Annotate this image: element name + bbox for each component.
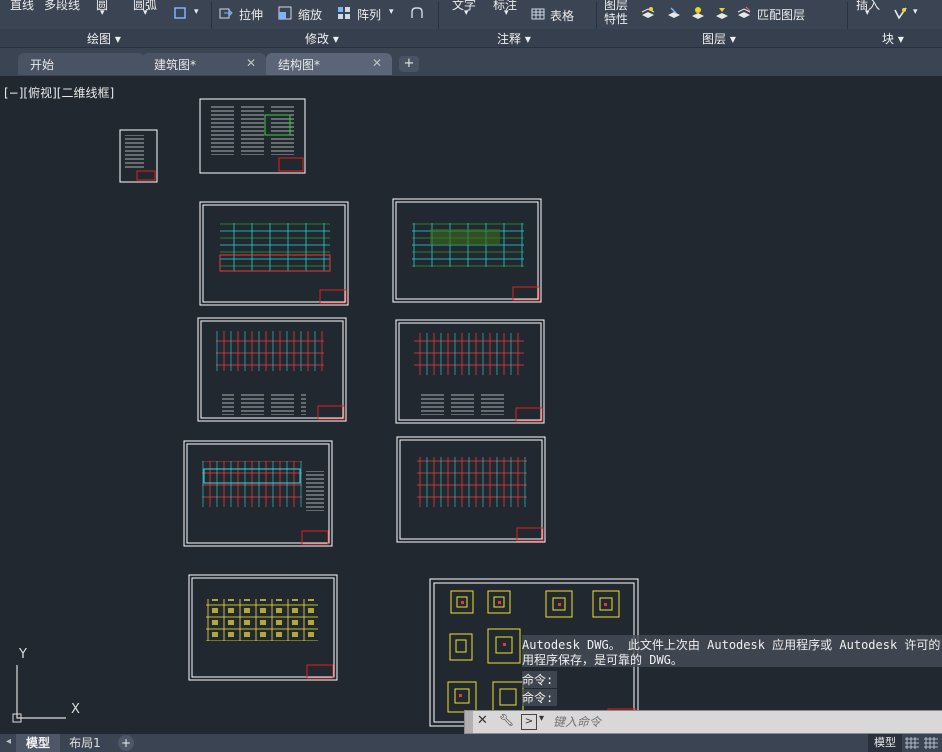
ribbon: 直线 多段线 圆 圆弧 ▾ ▾ ▾ 拉伸 缩放 阵列 ▾ 文字 标注 ▾ ▾ 表… bbox=[0, 0, 942, 48]
tab-label: 结构图* bbox=[278, 58, 321, 72]
new-tab-button[interactable]: + bbox=[399, 56, 419, 72]
drawing-sheet-plan[interactable] bbox=[396, 436, 546, 543]
tab-label: 建筑图* bbox=[154, 58, 197, 72]
wrench-icon[interactable]: 🔧︎ bbox=[499, 713, 514, 727]
dimension-dropdown-icon[interactable]: ▾ bbox=[504, 8, 509, 18]
recent-commands-icon[interactable]: ▾ bbox=[539, 713, 544, 724]
drawing-sheet-foundation[interactable] bbox=[188, 574, 338, 681]
tab-structure[interactable]: 结构图* ✕ bbox=[266, 53, 392, 75]
drawing-sheet-plan[interactable] bbox=[183, 440, 333, 547]
close-icon[interactable]: ✕ bbox=[246, 56, 256, 70]
drawing-sheet-plan[interactable] bbox=[199, 201, 349, 306]
status-bar: ◂ 模型 布局1 + 模型 bbox=[0, 734, 942, 752]
scale-icon bbox=[278, 6, 292, 20]
line-tool[interactable]: 直线 bbox=[10, 0, 34, 13]
tab-scroll-icon[interactable]: ◂ bbox=[6, 736, 14, 750]
text-dropdown-icon[interactable]: ▾ bbox=[464, 8, 469, 18]
command-history-line: 用程序保存，是可靠的 DWG。 bbox=[522, 653, 683, 667]
array-button[interactable]: 阵列 bbox=[357, 6, 381, 23]
insert-dropdown-icon[interactable]: ▾ bbox=[865, 8, 870, 18]
panel-title-modify[interactable]: 修改 ▾ bbox=[305, 30, 339, 47]
close-icon[interactable]: ✕ bbox=[372, 56, 382, 70]
stretch-button[interactable]: 拉伸 bbox=[239, 6, 263, 23]
stretch-icon bbox=[219, 8, 233, 19]
tab-label: 开始 bbox=[30, 58, 55, 72]
array-dropdown-icon[interactable]: ▾ bbox=[389, 7, 394, 17]
layer-off-icon[interactable] bbox=[715, 6, 729, 20]
drawing-sheet-plan[interactable] bbox=[392, 198, 542, 303]
panel-title-annotate[interactable]: 注释 ▾ bbox=[497, 30, 531, 47]
close-icon[interactable]: ✕ bbox=[477, 713, 488, 728]
command-line: ✕ 🔧︎ > ▾ bbox=[464, 710, 942, 734]
rectangle-dropdown-icon[interactable]: ▾ bbox=[194, 7, 199, 17]
panel-title-bar bbox=[0, 29, 942, 47]
table-icon bbox=[531, 8, 545, 20]
offset-icon[interactable] bbox=[410, 6, 424, 20]
ucs-icon bbox=[12, 665, 66, 723]
command-line-grip[interactable] bbox=[465, 711, 473, 733]
scale-button[interactable]: 缩放 bbox=[298, 6, 322, 23]
ucs-y-label: Y bbox=[19, 647, 27, 662]
layer-freeze-icon[interactable] bbox=[691, 6, 705, 20]
panel-title-layers[interactable]: 图层 ▾ bbox=[702, 30, 736, 47]
block-dropdown-icon[interactable]: ▾ bbox=[913, 7, 918, 17]
drawing-sheet-schedule[interactable] bbox=[119, 129, 158, 183]
panel-title-draw[interactable]: 绘图 ▾ bbox=[87, 30, 121, 47]
add-layout-button[interactable]: + bbox=[118, 735, 134, 751]
command-input[interactable] bbox=[551, 712, 935, 732]
command-prompt-icon[interactable]: > bbox=[521, 714, 537, 730]
drawing-sheet-plan[interactable] bbox=[395, 319, 545, 424]
block-editor-icon[interactable] bbox=[893, 6, 907, 20]
tab-start[interactable]: 开始 bbox=[18, 53, 144, 75]
layer-unisolate-icon[interactable] bbox=[667, 6, 681, 20]
tab-layout1[interactable]: 布局1 bbox=[62, 734, 108, 752]
tab-model[interactable]: 模型 bbox=[16, 734, 60, 752]
array-icon bbox=[338, 7, 350, 19]
drawing-sheet-notes[interactable] bbox=[199, 98, 306, 174]
grid-icon[interactable] bbox=[905, 737, 919, 749]
panel-title-block[interactable]: 块 ▾ bbox=[882, 30, 904, 47]
table-button[interactable]: 表格 bbox=[550, 7, 574, 24]
match-layer-icon bbox=[737, 6, 751, 18]
snap-icon[interactable] bbox=[924, 737, 938, 749]
layer-isolate-icon[interactable] bbox=[641, 6, 655, 20]
polyline-tool[interactable]: 多段线 bbox=[44, 0, 80, 13]
circle-dropdown-icon[interactable]: ▾ bbox=[100, 8, 105, 18]
layer-properties-label[interactable]: 特性 bbox=[604, 10, 628, 27]
file-tab-bar: 开始 建筑图* ✕ 结构图* ✕ + bbox=[0, 48, 942, 76]
drawing-sheet-plan[interactable] bbox=[197, 317, 347, 422]
arc-dropdown-icon[interactable]: ▾ bbox=[143, 8, 148, 18]
rectangle-icon[interactable] bbox=[173, 6, 187, 20]
tab-architecture[interactable]: 建筑图* ✕ bbox=[142, 53, 266, 75]
ucs-x-label: X bbox=[71, 702, 80, 717]
command-history-line: 命令: bbox=[522, 689, 558, 706]
model-space-toggle[interactable]: 模型 bbox=[868, 734, 902, 752]
command-history-line: 命令: bbox=[522, 671, 558, 688]
match-layer-button[interactable]: 匹配图层 bbox=[757, 6, 805, 23]
